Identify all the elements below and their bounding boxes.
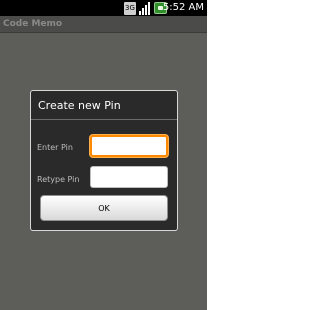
signal-strength-icon [139,1,150,15]
enter-pin-input[interactable] [90,135,168,157]
app-title: Code Memo [3,19,63,29]
screen: 3G 5:52 AM Code Memo Create new Pin Ente… [0,0,207,310]
status-clock: 5:52 AM [163,0,204,16]
status-icons: 3G [124,1,167,15]
clock-time: 5:52 [162,2,186,13]
status-bar: 3G 5:52 AM [0,0,207,16]
enter-pin-label: Enter Pin [37,143,73,152]
create-pin-dialog: Create new Pin Enter Pin Retype Pin OK [30,90,178,231]
dialog-title: Create new Pin [38,99,121,112]
dialog-divider [31,119,177,120]
network-3g-icon: 3G [124,1,136,15]
ok-button[interactable]: OK [40,195,168,221]
retype-pin-label: Retype Pin [37,175,80,184]
clock-ampm: AM [188,2,204,13]
app-title-bar: Code Memo [0,16,207,33]
retype-pin-input[interactable] [90,166,168,188]
